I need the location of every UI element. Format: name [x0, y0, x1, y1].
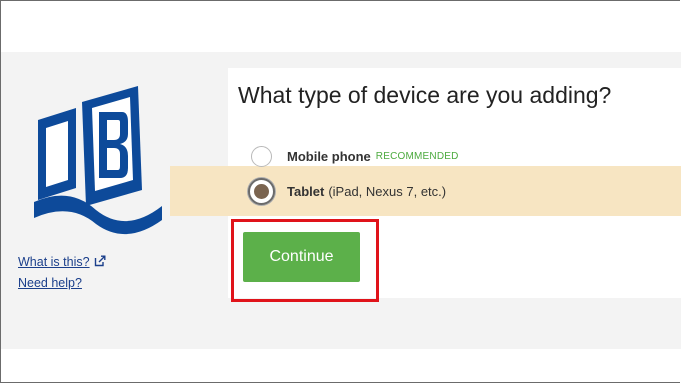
need-help-link[interactable]: Need help? [18, 273, 82, 293]
side-links: What is this? Need help? [18, 252, 106, 293]
radio-selected-dot [254, 184, 269, 199]
external-link-icon [94, 253, 106, 273]
radio-tablet[interactable] [248, 178, 275, 205]
option-label: Mobile phone [287, 149, 371, 164]
recommended-badge: RECOMMENDED [375, 151, 459, 162]
radio-mobile-phone[interactable] [251, 146, 272, 167]
continue-button[interactable]: Continue [243, 232, 360, 282]
book-logo-icon [34, 86, 162, 235]
option-label: Tablet [287, 184, 325, 199]
page-title: What type of device are you adding? [238, 82, 612, 108]
what-is-this-link[interactable]: What is this? [18, 252, 90, 272]
option-tablet[interactable]: Tablet (iPad, Nexus 7, etc.) [248, 178, 447, 205]
book-logo [30, 78, 170, 236]
option-mobile-phone[interactable]: Mobile phone RECOMMENDED [251, 146, 459, 167]
option-detail: (iPad, Nexus 7, etc.) [328, 184, 447, 199]
